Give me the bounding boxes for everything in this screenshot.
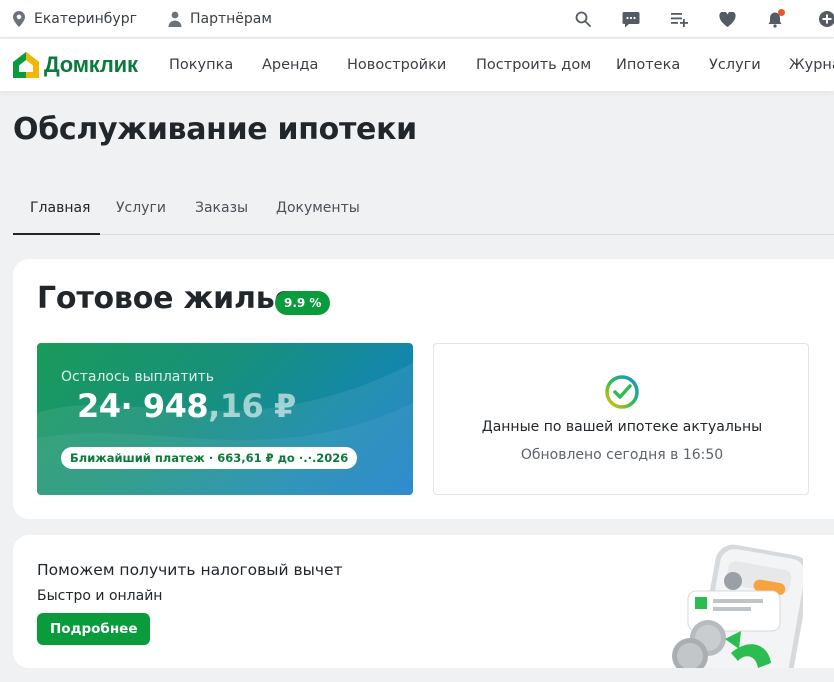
tab-orders[interactable]: Заказы <box>195 182 248 234</box>
status-updated: Обновлено сегодня в 16:50 <box>520 447 724 463</box>
next-payment-pill: Ближайший платеж · 663,61 ₽ до ·.·.2026 <box>61 447 358 469</box>
tab-bar: Главная Услуги Заказы Документы <box>13 182 834 235</box>
balance-amount: 24· 948,16 ₽ <box>77 387 296 425</box>
nav-item-purchase[interactable]: Покупка <box>169 39 233 91</box>
status-title: Данные по вашей ипотеке актуальны <box>481 419 763 435</box>
search-icon[interactable] <box>573 9 593 29</box>
plus-circle-icon[interactable] <box>817 9 834 29</box>
tax-subtitle: Быстро и онлайн <box>37 588 163 604</box>
balance-panel[interactable]: Осталось выплатить 24· 948,16 ₽ Ближайши… <box>37 343 413 495</box>
nav-item-build-house[interactable]: Построить дом <box>476 39 591 91</box>
domclick-logo[interactable]: Домклик <box>12 51 138 79</box>
page-title: Обслуживание ипотеки <box>13 112 417 147</box>
tax-title: Поможем получить налоговый вычет <box>37 561 343 579</box>
nav-item-services[interactable]: Услуги <box>709 39 761 91</box>
logo-text: Домклик <box>44 52 138 77</box>
mortgage-status-box: Данные по вашей ипотеке актуальны Обновл… <box>433 343 809 495</box>
tab-documents[interactable]: Документы <box>276 182 360 234</box>
heart-icon[interactable] <box>717 9 737 29</box>
mortgage-card: Готовое жилье 9.9 % Осталось выплатить 2… <box>13 259 834 519</box>
chat-icon[interactable] <box>621 9 641 29</box>
balance-amount-cents: ,16 ₽ <box>208 387 296 425</box>
active-tab-indicator <box>13 233 100 235</box>
list-add-icon[interactable] <box>669 9 689 29</box>
tab-main[interactable]: Главная <box>30 182 90 234</box>
tax-deduction-card: Поможем получить налоговый вычет Быстро … <box>13 535 834 668</box>
person-icon <box>168 11 182 27</box>
nav-item-journal[interactable]: Журнал <box>789 39 834 91</box>
nav-item-rent[interactable]: Аренда <box>262 39 318 91</box>
city-selector[interactable]: Екатеринбург <box>12 0 137 38</box>
check-circle-icon <box>605 375 639 409</box>
location-pin-icon <box>13 11 25 27</box>
phone-coins-illustration <box>672 544 803 668</box>
balance-amount-main: 24· 948 <box>77 387 209 425</box>
city-label: Екатеринбург <box>34 11 137 27</box>
partners-link[interactable]: Партнёрам <box>168 0 272 38</box>
balance-label: Осталось выплатить <box>61 369 215 385</box>
partners-label: Партнёрам <box>190 11 272 27</box>
notification-dot <box>778 9 785 16</box>
utility-bar: Екатеринбург Партнёрам <box>0 0 834 38</box>
rate-badge: 9.9 % <box>275 291 331 315</box>
nav-item-new-buildings[interactable]: Новостройки <box>347 39 446 91</box>
mortgage-title: Готовое жилье <box>37 281 295 316</box>
bell-icon[interactable] <box>765 9 785 29</box>
more-details-button[interactable]: Подробнее <box>37 613 151 645</box>
main-nav: Домклик Покупка Аренда Новостройки Постр… <box>0 39 834 91</box>
nav-item-mortgage[interactable]: Ипотека <box>616 39 680 91</box>
tab-services[interactable]: Услуги <box>116 182 166 234</box>
house-logo-icon <box>13 52 39 78</box>
